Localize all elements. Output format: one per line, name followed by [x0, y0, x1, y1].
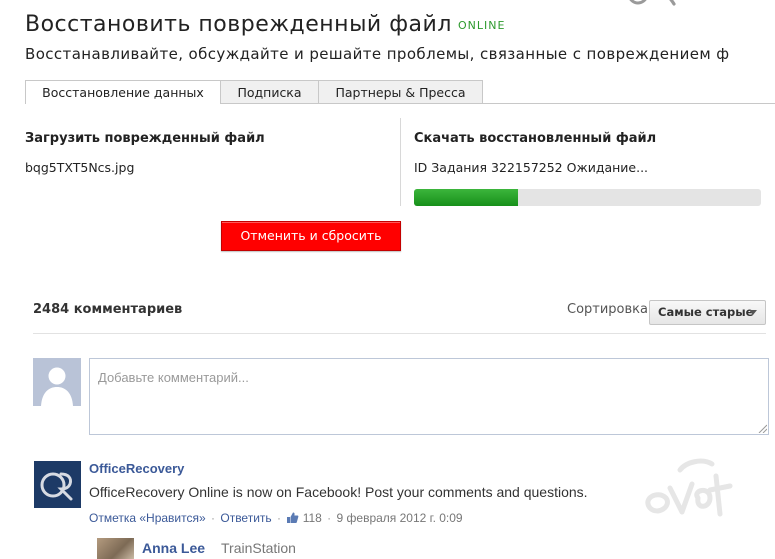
- online-badge: ONLINE: [458, 19, 506, 32]
- office-recovery-logo-icon[interactable]: [34, 461, 81, 508]
- panel-divider: [400, 118, 401, 206]
- sort-caret-icon: [749, 310, 757, 315]
- textarea-resize-icon[interactable]: [757, 423, 767, 433]
- reply-author[interactable]: Anna Lee: [142, 540, 205, 556]
- download-title: Скачать восстановленный файл: [414, 131, 657, 146]
- tab-partners-press[interactable]: Партнеры & Пресса: [318, 80, 483, 103]
- meta-separator: ·: [277, 511, 281, 525]
- progress-fill: [414, 189, 519, 206]
- meta-separator: ·: [327, 511, 332, 525]
- like-thumb-icon: [287, 512, 299, 523]
- cancel-reset-button[interactable]: Отменить и сбросить: [221, 221, 401, 251]
- comments-divider: [33, 333, 766, 334]
- uploaded-file-name: bqg5TXT5Ncs.jpg: [25, 160, 135, 175]
- reply-avatar[interactable]: [97, 538, 134, 559]
- meta-separator: ·: [211, 511, 216, 525]
- default-avatar-icon: [33, 358, 81, 406]
- comment-text: OfficeRecovery Online is now on Facebook…: [89, 484, 588, 500]
- sort-selected-value: Самые старые: [658, 305, 754, 319]
- task-status: ID Задания 322157252 Ожидание...: [414, 160, 649, 175]
- comment-meta: Отметка «Нравится» · Ответить · 118 · 9 …: [89, 511, 463, 525]
- comment-date: 9 февраля 2012 г. 0:09: [336, 511, 463, 525]
- upload-title: Загрузить поврежденный файл: [25, 131, 265, 146]
- page-title: Восстановить поврежденный файл: [25, 12, 452, 37]
- site-logo-icon: [629, 0, 676, 6]
- progress-bar: [414, 189, 761, 206]
- page-subtitle: Восстанавливайте, обсуждайте и решайте п…: [25, 45, 730, 63]
- reply-link[interactable]: Ответить: [220, 511, 271, 525]
- sort-label: Сортировка: [567, 302, 648, 317]
- comment-input[interactable]: [89, 358, 769, 435]
- reply-location: TrainStation: [221, 540, 296, 556]
- comments-count: 2484 комментариев: [33, 302, 183, 317]
- tab-subscription[interactable]: Подписка: [220, 80, 319, 103]
- sort-dropdown[interactable]: Самые старые: [649, 300, 766, 325]
- like-count: 118: [302, 511, 322, 525]
- like-link[interactable]: Отметка «Нравится»: [89, 511, 206, 525]
- tab-data-recovery[interactable]: Восстановление данных: [25, 80, 221, 104]
- comment-author[interactable]: OfficeRecovery: [89, 461, 184, 476]
- club-sovet-watermark-icon: [645, 458, 733, 517]
